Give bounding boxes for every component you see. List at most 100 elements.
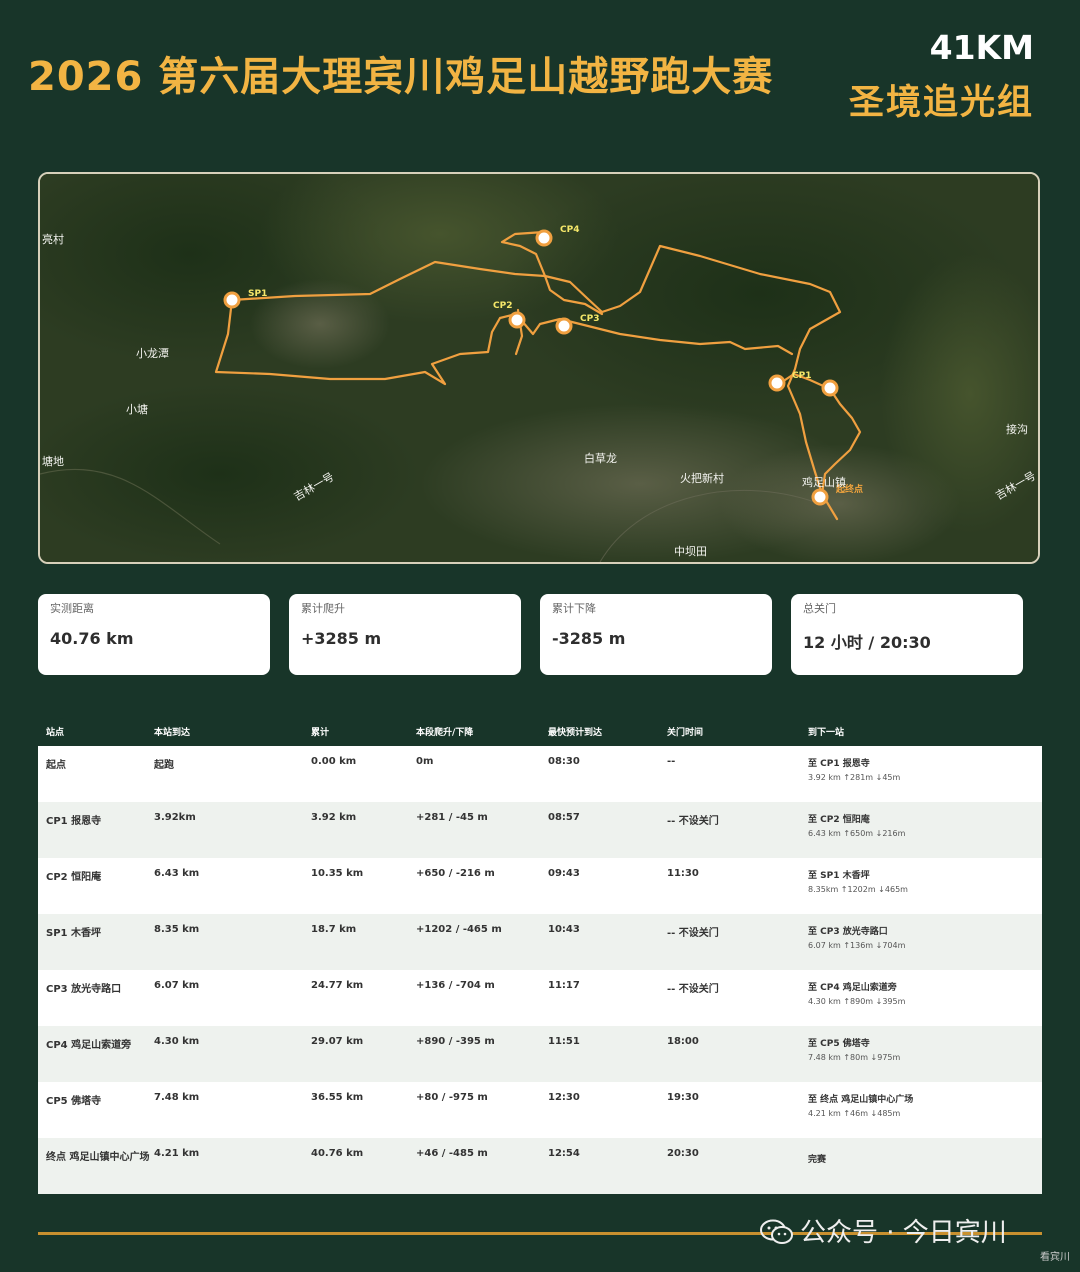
- place-tangdi: 塘地: [42, 454, 64, 468]
- place-xiaotang: 小塘: [126, 402, 148, 416]
- cell-elevation: +650 / -216 m: [416, 868, 495, 879]
- cell-cutoff: 20:30: [667, 1148, 699, 1159]
- table-row: 起点 起跑 0.00 km 0m 08:30 -- 至 CP1 报恩寺 3.92…: [38, 746, 1042, 802]
- cell-cumulative: 24.77 km: [311, 980, 364, 991]
- route-map: SP1 CP2 CP3 CP4 CP1 起终点 亮村 小龙潭 小塘 塘地 吉林一…: [38, 172, 1040, 564]
- next-detail: 4.21 km ↑46m ↓485m: [808, 1109, 901, 1118]
- cell-cutoff: -- 不设关门: [667, 928, 719, 939]
- stat-label: 累计爬升: [301, 602, 345, 615]
- next-title: 至 CP5 佛塔寺: [808, 1039, 870, 1049]
- cell-cumulative: 29.07 km: [311, 1036, 364, 1047]
- marker-cp2: [508, 311, 526, 329]
- cell-next: 至 SP1 木香坪 8.35km ↑1202m ↓465m: [808, 868, 908, 894]
- cell-cutoff: -- 不设关门: [667, 816, 719, 827]
- marker-sp1: [223, 291, 241, 309]
- stat-cutoff-card: 总关门 12 小时 / 20:30: [791, 594, 1023, 675]
- route-map-svg: SP1 CP2 CP3 CP4 CP1 起终点 亮村 小龙潭 小塘 塘地 吉林一…: [40, 174, 1038, 562]
- cell-station: CP1 报恩寺: [46, 816, 102, 827]
- checkpoint-table: 站点 本站到达 累计 本段爬升/下降 最快预计到达 关门时间 到下一站 起点 起…: [38, 714, 1042, 1194]
- cell-cumulative: 0.00 km: [311, 756, 357, 767]
- table-row: CP4 鸡足山索道旁 4.30 km 29.07 km +890 / -395 …: [38, 1026, 1042, 1082]
- cell-station: CP4 鸡足山索道旁: [46, 1040, 132, 1051]
- marker-cp1-b: [821, 379, 839, 397]
- stats-row: 实测距离 40.76 km 累计爬升 +3285 m 累计下降 -3285 m …: [38, 594, 1024, 676]
- cell-station: CP5 佛塔寺: [46, 1096, 102, 1107]
- cell-elevation: +1202 / -465 m: [416, 924, 502, 935]
- stat-value: +3285 m: [301, 629, 382, 648]
- cell-fastest: 12:54: [548, 1148, 580, 1159]
- next-title: 至 CP3 放光寺路口: [808, 927, 888, 937]
- label-cp2: CP2: [493, 301, 512, 311]
- cell-cutoff: -- 不设关门: [667, 984, 719, 995]
- table-row: CP1 报恩寺 3.92km 3.92 km +281 / -45 m 08:5…: [38, 802, 1042, 858]
- stat-descent-card: 累计下降 -3285 m: [540, 594, 772, 675]
- watermark: 公众号 · 今日宾川: [760, 1212, 1007, 1249]
- cell-segment: 起跑: [154, 760, 174, 771]
- cell-cutoff: --: [667, 756, 676, 767]
- cell-cutoff: 19:30: [667, 1092, 699, 1103]
- cell-cumulative: 10.35 km: [311, 868, 364, 879]
- header-cumulative: 累计: [311, 728, 330, 738]
- cell-fastest: 12:30: [548, 1092, 580, 1103]
- stat-value: 12 小时 / 20:30: [803, 633, 931, 652]
- next-title: 至 CP1 报恩寺: [808, 759, 870, 769]
- marker-cp1-a: [768, 374, 786, 392]
- next-detail: 3.92 km ↑281m ↓45m: [808, 773, 901, 782]
- header-cutoff: 关门时间: [667, 728, 704, 738]
- stat-label: 总关门: [803, 602, 836, 615]
- next-title: 完赛: [808, 1155, 827, 1165]
- table-header: 站点 本站到达 累计 本段爬升/下降 最快预计到达 关门时间 到下一站: [38, 714, 1042, 746]
- next-detail: 6.07 km ↑136m ↓704m: [808, 941, 906, 950]
- next-detail: 6.43 km ↑650m ↓216m: [808, 829, 906, 838]
- table-row: CP2 恒阳庵 6.43 km 10.35 km +650 / -216 m 0…: [38, 858, 1042, 914]
- marker-cp4: [535, 229, 553, 247]
- place-jizushanzhen: 鸡足山镇: [802, 475, 846, 489]
- label-cp1: CP1: [792, 371, 811, 381]
- next-title: 至 SP1 木香坪: [808, 871, 870, 881]
- cell-cumulative: 36.55 km: [311, 1092, 364, 1103]
- label-sp1: SP1: [248, 289, 267, 299]
- cell-cutoff: 11:30: [667, 868, 699, 879]
- cell-cutoff: 18:00: [667, 1036, 699, 1047]
- header-elevation: 本段爬升/下降: [416, 728, 474, 738]
- cell-elevation: 0m: [416, 756, 434, 767]
- cell-cumulative: 18.7 km: [311, 924, 357, 935]
- label-cp3: CP3: [580, 314, 599, 324]
- marker-start: [811, 488, 829, 506]
- next-detail: 8.35km ↑1202m ↓465m: [808, 885, 908, 894]
- header-station: 站点: [46, 728, 65, 738]
- race-distance: 41KM: [929, 28, 1034, 67]
- table-row: SP1 木香坪 8.35 km 18.7 km +1202 / -465 m 1…: [38, 914, 1042, 970]
- stat-value: 40.76 km: [50, 629, 134, 648]
- cell-fastest: 11:51: [548, 1036, 580, 1047]
- stat-label: 实测距离: [50, 602, 94, 615]
- header-next: 到下一站: [808, 728, 845, 738]
- next-title: 至 CP4 鸡足山索道旁: [808, 983, 897, 993]
- watermark-text: 公众号 · 今日宾川: [800, 1218, 1007, 1248]
- cell-segment: 4.30 km: [154, 1036, 200, 1047]
- cell-elevation: +46 / -485 m: [416, 1148, 488, 1159]
- header-fastest: 最快预计到达: [548, 728, 603, 738]
- marker-cp3: [555, 317, 573, 335]
- place-zhongbatian: 中坝田: [674, 544, 707, 558]
- place-jiegou: 接沟: [1006, 423, 1028, 436]
- watermark-small: 看宾川: [1040, 1252, 1070, 1263]
- cell-station: 起点: [46, 760, 66, 771]
- cell-elevation: +136 / -704 m: [416, 980, 495, 991]
- cell-next: 至 终点 鸡足山镇中心广场 4.21 km ↑46m ↓485m: [808, 1092, 913, 1118]
- table-body: 起点 起跑 0.00 km 0m 08:30 -- 至 CP1 报恩寺 3.92…: [38, 746, 1042, 1194]
- cell-station: CP3 放光寺路口: [46, 984, 122, 995]
- cell-elevation: +890 / -395 m: [416, 1036, 495, 1047]
- cell-station: CP2 恒阳庵: [46, 872, 102, 883]
- stat-value: -3285 m: [552, 629, 626, 648]
- cell-segment: 7.48 km: [154, 1092, 200, 1103]
- cell-segment: 3.92km: [154, 812, 196, 823]
- place-baicaolong: 白草龙: [584, 451, 617, 465]
- cell-fastest: 10:43: [548, 924, 580, 935]
- cell-segment: 8.35 km: [154, 924, 200, 935]
- table-row: 终点 鸡足山镇中心广场 4.21 km 40.76 km +46 / -485 …: [38, 1138, 1042, 1194]
- stat-distance-card: 实测距离 40.76 km: [38, 594, 270, 675]
- stat-ascent-card: 累计爬升 +3285 m: [289, 594, 521, 675]
- stat-label: 累计下降: [552, 602, 596, 615]
- cell-elevation: +281 / -45 m: [416, 812, 488, 823]
